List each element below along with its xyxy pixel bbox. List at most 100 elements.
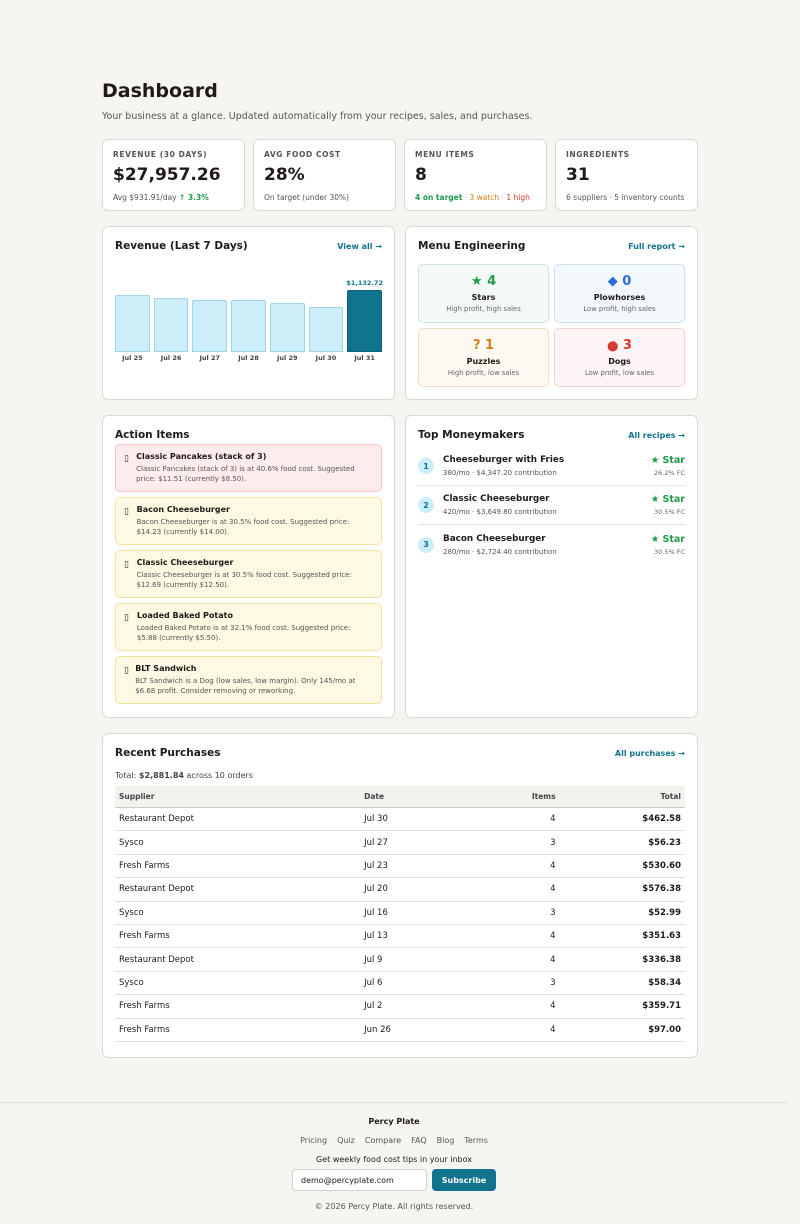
footer-link-quiz[interactable]: Quiz: [337, 1136, 355, 1145]
me-name: Dogs: [608, 357, 631, 366]
total-cell: $52.99: [559, 901, 685, 925]
diamond-icon: ◆: [607, 274, 618, 289]
action-desc: Classic Pancakes (stack of 3) is at 40.6…: [136, 465, 355, 483]
me-stars[interactable]: ★ 4 Stars High profit, high sales: [418, 264, 549, 323]
me-desc: Low profit, low sales: [584, 369, 654, 377]
footer-brand: Percy Plate: [368, 1117, 420, 1126]
revenue-bar[interactable]: [347, 290, 383, 352]
moneymaker-item[interactable]: 3 Bacon Cheeseburger 280/mo · $2,724.40 co…: [418, 525, 685, 564]
total-cell: $351.63: [559, 924, 685, 949]
moneymaker-item[interactable]: 1 Cheeseburger with Fries 380/mo · $4,347.…: [418, 447, 685, 486]
date-cell: Jul 16: [360, 901, 486, 925]
revenue-bar[interactable]: [308, 306, 344, 352]
page-title: Dashboard: [102, 80, 218, 102]
all-purchases-link[interactable]: All purchases →: [615, 749, 685, 758]
revenue-bar[interactable]: [115, 294, 150, 352]
items-cell: 4: [485, 947, 560, 972]
rank-badge: 3: [418, 536, 434, 553]
action-item[interactable]: ▯ Classic Pancakes (stack of 3) Classic Pa…: [115, 444, 382, 492]
bar-label: Jul 30: [315, 354, 337, 362]
table-row[interactable]: Fresh Farms Jul 13 4 $351.63: [115, 924, 685, 949]
total-cell: $56.23: [559, 830, 685, 855]
revenue-bar[interactable]: [192, 300, 228, 352]
stat-value: 28%: [264, 165, 305, 185]
dashboard-page: Dashboard Your business at a glance. Upd…: [102, 0, 698, 1058]
stat-sub-text: Avg $931.91/day: [113, 193, 177, 202]
me-name: Stars: [471, 293, 496, 302]
me-plowhorses[interactable]: ◆ 0 Plowhorses Low profit, high sales: [554, 264, 685, 323]
table-row[interactable]: Fresh Farms Jul 2 4 $359.71: [115, 994, 685, 1019]
me-count: 0: [622, 274, 632, 289]
me-puzzles[interactable]: ? 1 Puzzles High profit, low sales: [418, 328, 549, 387]
view-all-link[interactable]: View all →: [337, 242, 382, 251]
supplier-cell: Sysco: [115, 971, 361, 996]
action-item[interactable]: ▯ Loaded Baked Potato Loaded Baked Potato …: [115, 603, 382, 651]
items-cell: 4: [485, 994, 560, 1019]
action-title: BLT Sandwich: [135, 664, 197, 673]
card-title: Top Moneymakers: [418, 429, 525, 441]
moneymaker-item[interactable]: 2 Classic Cheeseburger 420/mo · $3,649.80 …: [418, 486, 685, 525]
bar-label: Jul 29: [276, 354, 298, 362]
watch-count: 3 watch: [469, 193, 500, 202]
supplier-cell: Restaurant Depot: [115, 877, 361, 902]
revenue-bar[interactable]: [231, 300, 266, 352]
recipe-stats: 380/mo · $4,347.20 contribution: [443, 469, 557, 477]
bar-value-label: $1,132.72: [346, 279, 383, 287]
revenue-bar[interactable]: [153, 298, 189, 352]
action-item[interactable]: ▯ Classic Cheeseburger Classic Cheeseburge…: [115, 550, 382, 598]
stat-sub: On target (under 30%): [264, 193, 350, 202]
purchases-total: Total: $2,881.84 across 10 orders: [115, 771, 685, 780]
footer-link-blog[interactable]: Blog: [437, 1136, 455, 1145]
table-row[interactable]: Restaurant Depot Jul 20 4 $576.38: [115, 877, 685, 902]
footer-link-compare[interactable]: Compare: [365, 1136, 401, 1145]
subscribe-button[interactable]: Subscribe: [432, 1169, 496, 1191]
full-report-link[interactable]: Full report →: [628, 242, 685, 251]
stat-label: INGREDIENTS: [566, 150, 630, 159]
table-row[interactable]: Restaurant Depot Jul 9 4 $336.38: [115, 947, 685, 972]
bar-label: Jul 25: [122, 354, 143, 362]
footer-link-pricing[interactable]: Pricing: [300, 1136, 327, 1145]
supplier-cell: Fresh Farms: [115, 1018, 361, 1042]
action-title: Bacon Cheeseburger: [136, 505, 230, 514]
stat-sub: 6 suppliers · 5 inventory counts: [566, 193, 685, 202]
table-row[interactable]: Sysco Jul 6 3 $58.34: [115, 971, 685, 996]
table-row[interactable]: Fresh Farms Jul 23 4 $530.60: [115, 854, 685, 879]
supplier-cell: Sysco: [115, 830, 361, 855]
stat-label: MENU ITEMS: [415, 150, 475, 159]
table-row[interactable]: Sysco Jul 27 3 $56.23: [115, 830, 685, 855]
purchases-card: Recent Purchases All purchases → Total: …: [102, 733, 698, 1058]
newsletter-label: Get weekly food cost tips in your inbox: [316, 1155, 472, 1164]
bar-column: [192, 276, 228, 352]
table-row[interactable]: Sysco Jul 16 3 $52.99: [115, 901, 685, 925]
col-items: Items: [485, 786, 560, 808]
action-item[interactable]: ▯ BLT Sandwich BLT Sandwich is a Dog (low …: [115, 656, 382, 704]
me-dogs[interactable]: ⬤ 3 Dogs Low profit, low sales: [554, 328, 685, 387]
footer-link-faq[interactable]: FAQ: [411, 1136, 427, 1145]
table-row[interactable]: Restaurant Depot Jul 30 4 $462.58: [115, 807, 685, 832]
table-row[interactable]: Fresh Farms Jun 26 4 $97.00: [115, 1018, 685, 1042]
date-cell: Jul 30: [360, 807, 486, 832]
col-total: Total: [559, 786, 685, 808]
me-desc: Low profit, high sales: [583, 305, 656, 313]
items-cell: 4: [485, 877, 560, 902]
card-title: Action Items: [115, 429, 190, 441]
total-cell: $336.38: [559, 947, 685, 972]
all-recipes-link[interactable]: All recipes →: [628, 431, 685, 440]
stat-sub: Avg $931.91/day ↑ 3.3%: [113, 193, 234, 202]
stat-value: 31: [566, 165, 590, 185]
items-cell: 3: [485, 830, 560, 855]
action-desc: Bacon Cheeseburger is at 30.5% food cost…: [136, 518, 350, 536]
action-list: ▯ Classic Pancakes (stack of 3) Classic Pa…: [115, 444, 382, 704]
on-target-count: 4 on target: [415, 193, 463, 202]
action-item[interactable]: ▯ Bacon Cheeseburger Bacon Cheeseburger is…: [115, 497, 382, 545]
bar-column: [153, 276, 189, 352]
moneymakers-list: 1 Cheeseburger with Fries 380/mo · $4,347.…: [418, 447, 685, 564]
email-field[interactable]: demo@percyplate.com: [292, 1169, 427, 1191]
supplier-cell: Fresh Farms: [115, 924, 361, 949]
bar-column: [269, 276, 305, 352]
total-cell: $530.60: [559, 854, 685, 879]
rank-badge: 1: [418, 458, 434, 474]
items-cell: 3: [485, 971, 560, 996]
footer-link-terms[interactable]: Terms: [464, 1136, 488, 1145]
revenue-bar[interactable]: [269, 303, 305, 352]
